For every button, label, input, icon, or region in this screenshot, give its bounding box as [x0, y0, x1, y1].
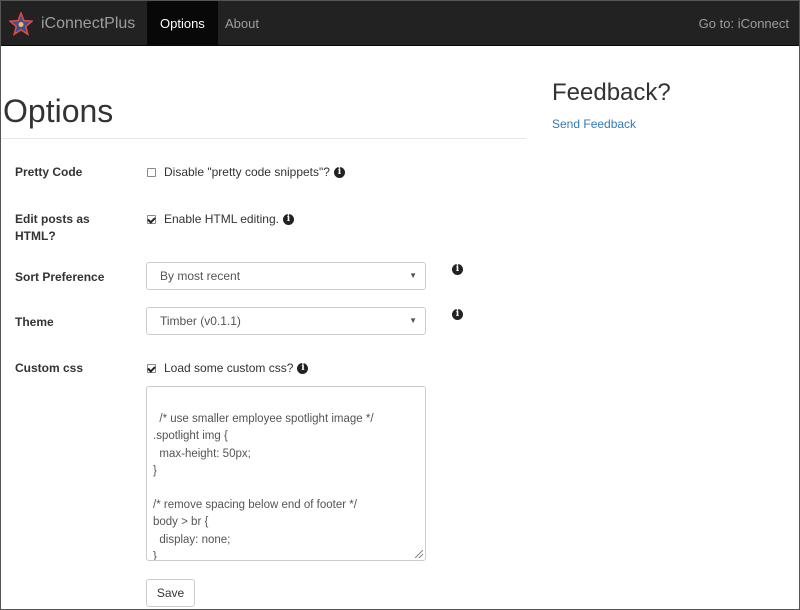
page-title: Options	[3, 93, 114, 129]
sort-preference-value: By most recent	[160, 269, 241, 283]
info-icon[interactable]: i	[297, 362, 309, 374]
sort-preference-select[interactable]: By most recent ▼	[146, 262, 426, 290]
save-button[interactable]: Save	[146, 579, 195, 607]
info-icon[interactable]: i	[333, 166, 345, 178]
info-icon[interactable]: i	[452, 309, 463, 320]
edit-html-label: Edit posts as HTML?	[15, 212, 90, 243]
pretty-code-checkbox-label[interactable]: Disable "pretty code snippets"?	[164, 165, 330, 179]
edit-html-row: Enable HTML editing. i	[147, 212, 294, 226]
top-navbar: iConnectPlus Options About Go to: iConne…	[1, 1, 799, 46]
brand-link[interactable]: iConnectPlus	[9, 1, 135, 46]
nav-about[interactable]: About	[212, 1, 272, 46]
goto-iconnect-link[interactable]: Go to: iConnect	[699, 1, 789, 46]
custom-css-textarea[interactable]: /* use smaller employee spotlight image …	[146, 386, 426, 561]
brand-name: iConnectPlus	[41, 14, 136, 32]
custom-css-checkbox-label[interactable]: Load some custom css?	[164, 361, 293, 375]
nav-options[interactable]: Options	[147, 1, 218, 46]
sort-preference-label: Sort Preference	[15, 270, 105, 284]
theme-value: Timber (v0.1.1)	[160, 314, 241, 328]
custom-css-row: Load some custom css? i	[147, 361, 309, 375]
custom-css-label: Custom css	[15, 361, 84, 375]
star-logo-icon	[9, 11, 33, 36]
feedback-title: Feedback?	[552, 79, 671, 106]
pretty-code-label: Pretty Code	[15, 165, 83, 179]
resize-grip-icon[interactable]	[415, 550, 423, 558]
theme-label: Theme	[15, 315, 54, 329]
info-icon[interactable]: i	[452, 264, 463, 275]
send-feedback-link[interactable]: Send Feedback	[552, 117, 636, 131]
info-icon[interactable]: i	[282, 213, 294, 225]
dropdown-arrow-icon: ▼	[409, 316, 417, 325]
pretty-code-row: Disable "pretty code snippets"? i	[147, 165, 345, 179]
edit-html-checkbox-label[interactable]: Enable HTML editing.	[164, 212, 279, 226]
theme-select[interactable]: Timber (v0.1.1) ▼	[146, 307, 426, 335]
edit-html-checkbox[interactable]	[147, 214, 156, 224]
dropdown-arrow-icon: ▼	[409, 271, 417, 280]
custom-css-checkbox[interactable]	[147, 363, 156, 373]
pretty-code-checkbox[interactable]	[147, 167, 156, 177]
title-divider	[1, 138, 526, 139]
custom-css-text: /* use smaller employee spotlight image …	[153, 413, 374, 561]
